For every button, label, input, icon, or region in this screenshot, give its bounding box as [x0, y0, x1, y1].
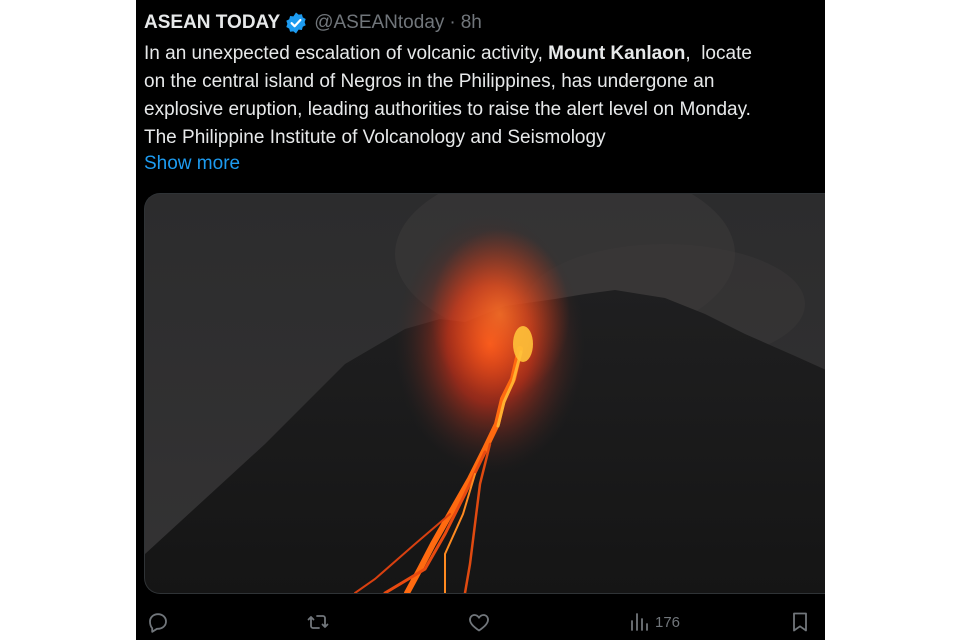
tweet-actions-bar: 176: [136, 606, 825, 640]
tweet-photo[interactable]: [144, 193, 825, 594]
views-bar-chart-icon: [631, 613, 648, 631]
heart-icon: [469, 614, 489, 632]
show-more-link[interactable]: Show more: [144, 150, 240, 178]
text-segment: In an unexpected escalation of volcanic …: [144, 43, 549, 64]
tweet-card[interactable]: ASEAN TODAY @ASEANtoday · 8h In an unexp…: [136, 0, 825, 640]
tweet-text-line: explosive eruption, leading authorities …: [144, 99, 751, 120]
tweet-header: ASEAN TODAY @ASEANtoday · 8h: [144, 10, 482, 36]
lava-vent: [513, 326, 533, 362]
retweet-button[interactable]: [306, 610, 330, 634]
reply-icon: [149, 613, 167, 633]
volcano-eruption-image: [145, 194, 825, 593]
highlighted-term: Mount Kanlaon: [548, 43, 686, 64]
bookmark-icon: [793, 612, 807, 632]
reply-button[interactable]: [146, 610, 170, 634]
verified-badge-icon: [286, 12, 306, 34]
views-count: 176: [655, 613, 681, 631]
views-button[interactable]: 176: [627, 610, 680, 634]
tweet-text-line: on the central island of Negros in the P…: [144, 71, 715, 92]
author-name[interactable]: ASEAN TODAY: [144, 12, 280, 34]
tweet-text-line: The Philippine Institute of Volcanology …: [144, 127, 606, 148]
eruption-glow: [430, 229, 570, 399]
like-button[interactable]: [467, 610, 491, 634]
separator-dot: ·: [449, 12, 456, 33]
tweet-text-line: In an unexpected escalation of volcanic …: [144, 40, 825, 68]
text-segment: , locate: [685, 43, 752, 64]
author-handle[interactable]: @ASEANtoday: [314, 12, 444, 34]
retweet-icon: [307, 615, 329, 629]
tweet-text: In an unexpected escalation of volcanic …: [144, 40, 825, 152]
bookmark-button[interactable]: [788, 610, 812, 634]
tweet-timestamp[interactable]: 8h: [461, 12, 482, 34]
